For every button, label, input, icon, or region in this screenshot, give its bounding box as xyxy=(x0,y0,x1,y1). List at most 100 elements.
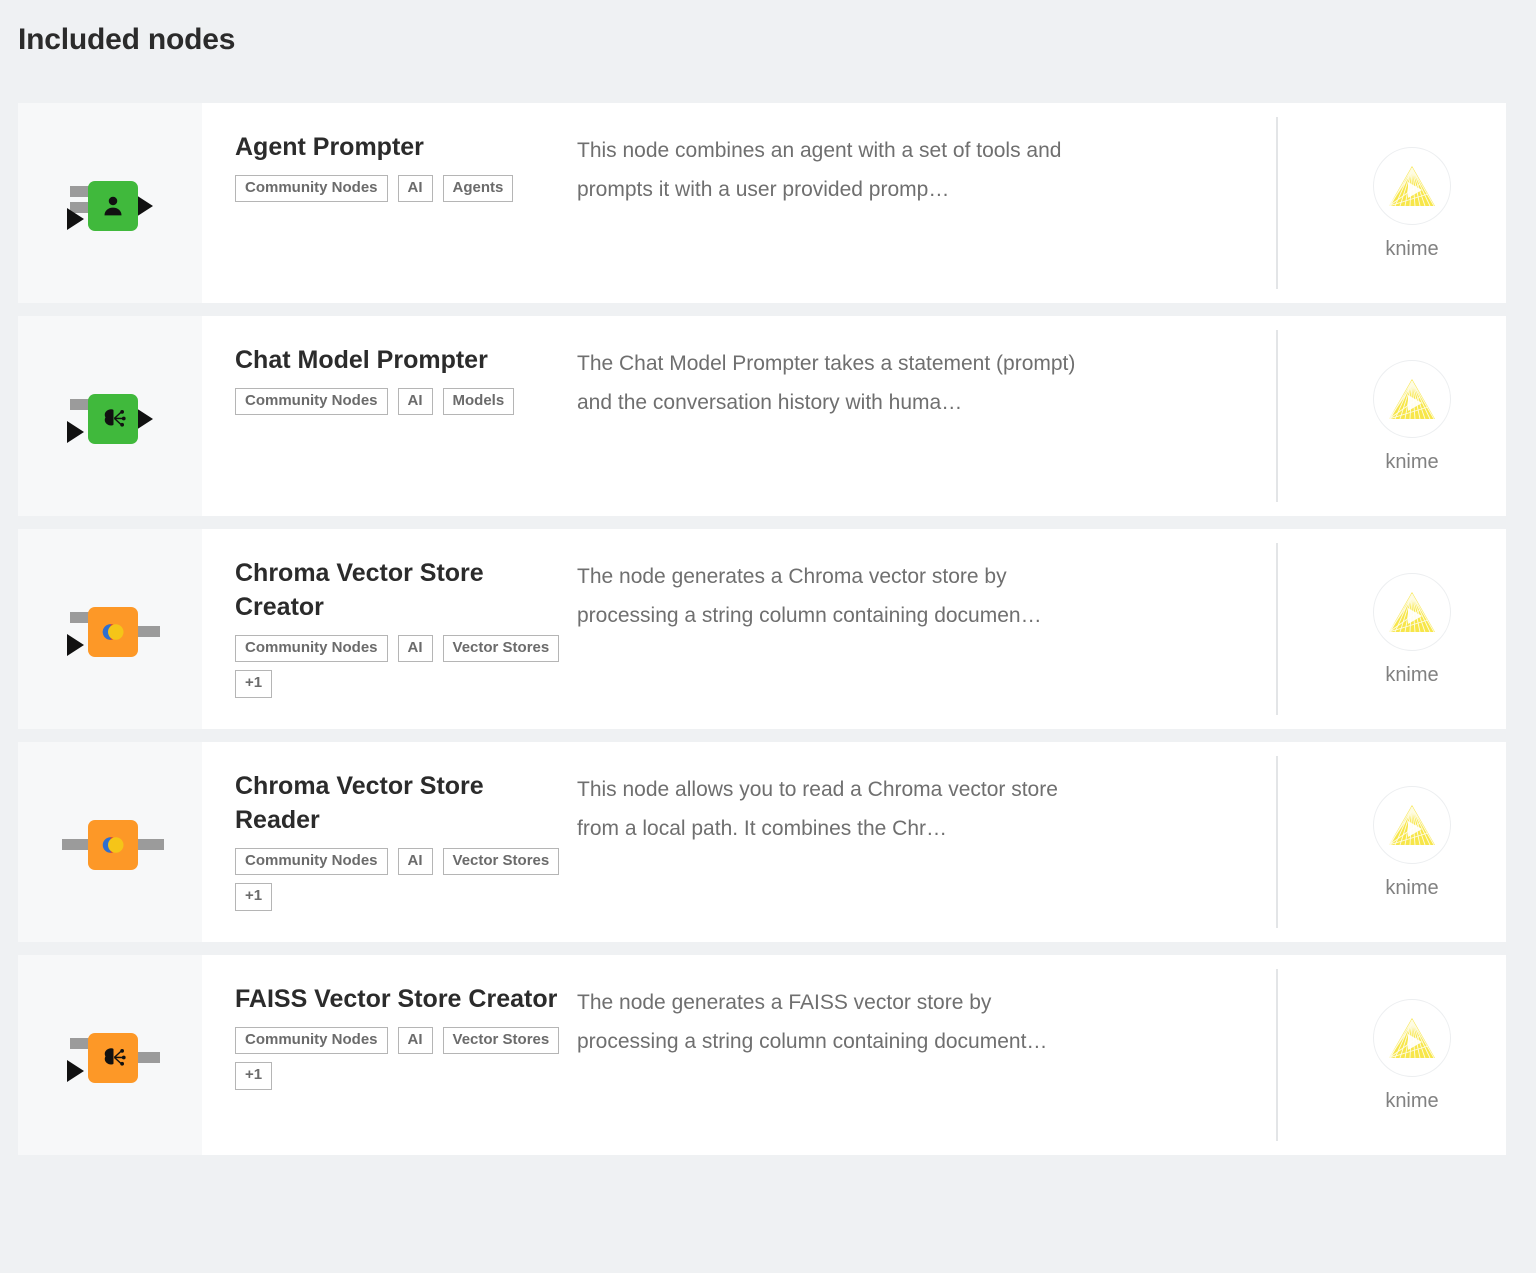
node-description-column: This node combines an agent with a set o… xyxy=(577,131,1107,279)
vector-store-circles-icon xyxy=(102,837,124,853)
node-tag[interactable]: Community Nodes xyxy=(235,174,388,203)
node-owner[interactable]: knime xyxy=(1336,786,1488,898)
node-tag[interactable]: AI xyxy=(397,847,433,875)
avatar xyxy=(1373,147,1451,225)
page-title: Included nodes xyxy=(18,23,236,56)
node-tag[interactable]: Models xyxy=(442,387,515,416)
port-triangle-icon xyxy=(136,195,153,217)
node-body-icon xyxy=(88,394,138,444)
node-glyph-agent-prompter xyxy=(62,165,158,241)
node-description-column: This node allows you to read a Chroma ve… xyxy=(577,770,1107,918)
node-owner[interactable]: knime xyxy=(1336,147,1488,259)
node-icon-panel xyxy=(18,529,202,729)
port-triangle-icon xyxy=(67,634,84,656)
node-glyph-chat-model-prompter xyxy=(62,378,158,454)
node-title-column: Agent Prompter Community Nodes AI Agents xyxy=(202,131,577,279)
port-triangle-icon xyxy=(67,208,84,230)
node-content: Agent Prompter Community Nodes AI Agents… xyxy=(202,103,1506,303)
vertical-divider xyxy=(1276,543,1278,715)
node-tag[interactable]: Community Nodes xyxy=(235,1026,388,1055)
person-icon xyxy=(104,196,122,216)
node-tag[interactable]: Vector Stores xyxy=(442,847,560,875)
vector-store-circles-icon xyxy=(102,624,124,640)
node-body-icon xyxy=(88,181,138,231)
node-tag[interactable]: Vector Stores xyxy=(442,1026,560,1055)
node-description: This node allows you to read a Chroma ve… xyxy=(577,778,1058,841)
node-icon-panel xyxy=(18,103,202,303)
knime-triangle-logo-icon xyxy=(1389,166,1435,206)
node-name: FAISS Vector Store Creator xyxy=(235,985,558,1013)
node-tag[interactable]: Community Nodes xyxy=(235,387,388,416)
node-description: This node combines an agent with a set o… xyxy=(577,139,1062,202)
node-tag[interactable]: Vector Stores xyxy=(442,634,560,662)
node-tag[interactable]: Agents xyxy=(442,174,514,203)
node-body-icon xyxy=(88,607,138,657)
node-tag-overflow[interactable]: +1 xyxy=(235,1062,273,1090)
node-description: The node generates a FAISS vector store … xyxy=(577,991,1048,1054)
node-card[interactable]: Chroma Vector Store Creator Community No… xyxy=(18,529,1506,729)
knime-triangle-logo-icon xyxy=(1389,1018,1435,1058)
node-icon-panel xyxy=(18,316,202,516)
owner-name: knime xyxy=(1385,1090,1439,1112)
included-nodes-list: Agent Prompter Community Nodes AI Agents… xyxy=(0,103,1536,1155)
ai-brain-circuit-icon xyxy=(104,1048,126,1066)
port-triangle-icon xyxy=(67,421,84,443)
node-description-column: The node generates a Chroma vector store… xyxy=(577,557,1107,705)
node-tag-overflow[interactable]: +1 xyxy=(235,883,273,911)
node-glyph-chroma-vector-store-reader xyxy=(62,804,164,880)
node-content: Chroma Vector Store Creator Community No… xyxy=(202,529,1506,729)
node-tag-row: Community Nodes AI Vector Stores +1 xyxy=(235,847,565,911)
node-content: Chroma Vector Store Reader Community Nod… xyxy=(202,742,1506,942)
vertical-divider xyxy=(1276,330,1278,502)
node-title-column: Chat Model Prompter Community Nodes AI M… xyxy=(202,344,577,492)
node-card[interactable]: Agent Prompter Community Nodes AI Agents… xyxy=(18,103,1506,303)
node-description-column: The Chat Model Prompter takes a statemen… xyxy=(577,344,1107,492)
node-title-column: FAISS Vector Store Creator Community Nod… xyxy=(202,983,577,1131)
node-tag[interactable]: AI xyxy=(397,634,433,662)
node-title-column: Chroma Vector Store Reader Community Nod… xyxy=(202,770,577,918)
node-tag[interactable]: Community Nodes xyxy=(235,847,388,875)
avatar xyxy=(1373,573,1451,651)
vertical-divider xyxy=(1276,756,1278,928)
node-tag-overflow[interactable]: +1 xyxy=(235,670,273,698)
node-tag-row: Community Nodes AI Vector Stores +1 xyxy=(235,634,565,698)
node-content: Chat Model Prompter Community Nodes AI M… xyxy=(202,316,1506,516)
node-description: The Chat Model Prompter takes a statemen… xyxy=(577,352,1076,415)
owner-name: knime xyxy=(1385,877,1439,899)
port-triangle-icon xyxy=(67,1060,84,1082)
node-name: Agent Prompter xyxy=(235,133,424,161)
node-card[interactable]: Chat Model Prompter Community Nodes AI M… xyxy=(18,316,1506,516)
knime-triangle-logo-icon xyxy=(1389,592,1435,632)
vertical-divider xyxy=(1276,969,1278,1141)
node-owner[interactable]: knime xyxy=(1336,573,1488,685)
node-tag[interactable]: AI xyxy=(397,1026,433,1055)
node-tag[interactable]: AI xyxy=(397,387,433,416)
node-tag-row: Community Nodes AI Vector Stores +1 xyxy=(235,1026,565,1090)
node-body-icon xyxy=(88,1033,138,1083)
node-title-column: Chroma Vector Store Creator Community No… xyxy=(202,557,577,705)
port-triangle-icon xyxy=(136,408,153,430)
node-description: The node generates a Chroma vector store… xyxy=(577,565,1042,628)
owner-name: knime xyxy=(1385,451,1439,473)
avatar xyxy=(1373,786,1451,864)
node-owner[interactable]: knime xyxy=(1336,999,1488,1111)
node-tag-row: Community Nodes AI Models xyxy=(235,387,565,416)
knime-triangle-logo-icon xyxy=(1389,805,1435,845)
node-owner[interactable]: knime xyxy=(1336,360,1488,472)
node-tag[interactable]: AI xyxy=(397,174,433,203)
avatar xyxy=(1373,999,1451,1077)
node-name: Chroma Vector Store Creator xyxy=(235,559,484,621)
node-tag[interactable]: Community Nodes xyxy=(235,634,388,662)
node-tag-row: Community Nodes AI Agents xyxy=(235,174,565,203)
node-body-icon xyxy=(88,820,138,870)
node-description-column: The node generates a FAISS vector store … xyxy=(577,983,1107,1131)
node-content: FAISS Vector Store Creator Community Nod… xyxy=(202,955,1506,1155)
avatar xyxy=(1373,360,1451,438)
node-card[interactable]: Chroma Vector Store Reader Community Nod… xyxy=(18,742,1506,942)
node-icon-panel xyxy=(18,742,202,942)
owner-name: knime xyxy=(1385,238,1439,260)
ai-brain-circuit-icon xyxy=(104,409,126,427)
knime-triangle-logo-icon xyxy=(1389,379,1435,419)
node-name: Chat Model Prompter xyxy=(235,346,488,374)
node-card[interactable]: FAISS Vector Store Creator Community Nod… xyxy=(18,955,1506,1155)
